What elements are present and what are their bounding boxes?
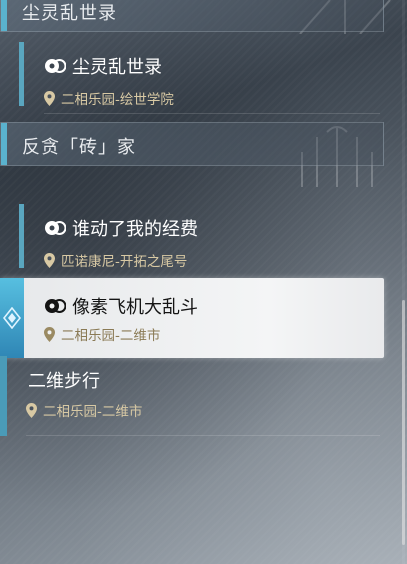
quest-icon bbox=[44, 295, 66, 317]
quest-title: 像素飞机大乱斗 bbox=[72, 297, 198, 318]
scrollbar-thumb[interactable] bbox=[402, 300, 405, 545]
group-header[interactable]: 反贪「砖」家 bbox=[0, 122, 384, 166]
quest-list-item[interactable]: 二维步行 二相乐园-二维市 bbox=[0, 356, 384, 436]
quest-title: 谁动了我的经费 bbox=[72, 219, 198, 240]
location-pin-icon bbox=[44, 326, 55, 342]
quest-list-item[interactable]: 尘灵乱世录 二相乐园-绘世学院 bbox=[0, 34, 384, 114]
entry-accent-bar bbox=[19, 204, 24, 268]
group-header-label: 反贪「砖」家 bbox=[22, 137, 136, 158]
quest-location: 二相乐园-二维市 bbox=[61, 328, 161, 344]
group-header[interactable]: 尘灵乱世录 bbox=[0, 0, 384, 32]
entry-accent-bar bbox=[0, 356, 7, 436]
group-header-label: 尘灵乱世录 bbox=[22, 3, 117, 24]
location-pin-icon bbox=[26, 402, 37, 418]
quest-location: 二相乐园-绘世学院 bbox=[61, 92, 174, 108]
quest-location: 匹诺康尼-开拓之尾号 bbox=[61, 254, 188, 270]
quest-list-item-selected[interactable]: 像素飞机大乱斗 二相乐园-二维市 bbox=[0, 278, 384, 358]
quest-title: 尘灵乱世录 bbox=[72, 57, 162, 78]
quest-icon bbox=[44, 55, 66, 77]
location-pin-icon bbox=[44, 90, 55, 106]
quest-icon bbox=[44, 217, 66, 239]
divider bbox=[26, 435, 380, 436]
group-accent-bar bbox=[1, 123, 7, 165]
entry-accent-bar bbox=[19, 42, 24, 106]
quest-location: 二相乐园-二维市 bbox=[43, 404, 143, 420]
group-accent-bar bbox=[1, 0, 7, 31]
selected-marker bbox=[0, 278, 24, 358]
diamond-icon bbox=[3, 307, 21, 329]
quest-list-item[interactable]: 谁动了我的经费 匹诺康尼-开拓之尾号 bbox=[0, 196, 384, 276]
quest-title: 二维步行 bbox=[28, 371, 100, 392]
location-pin-icon bbox=[44, 252, 55, 268]
divider bbox=[44, 113, 380, 114]
